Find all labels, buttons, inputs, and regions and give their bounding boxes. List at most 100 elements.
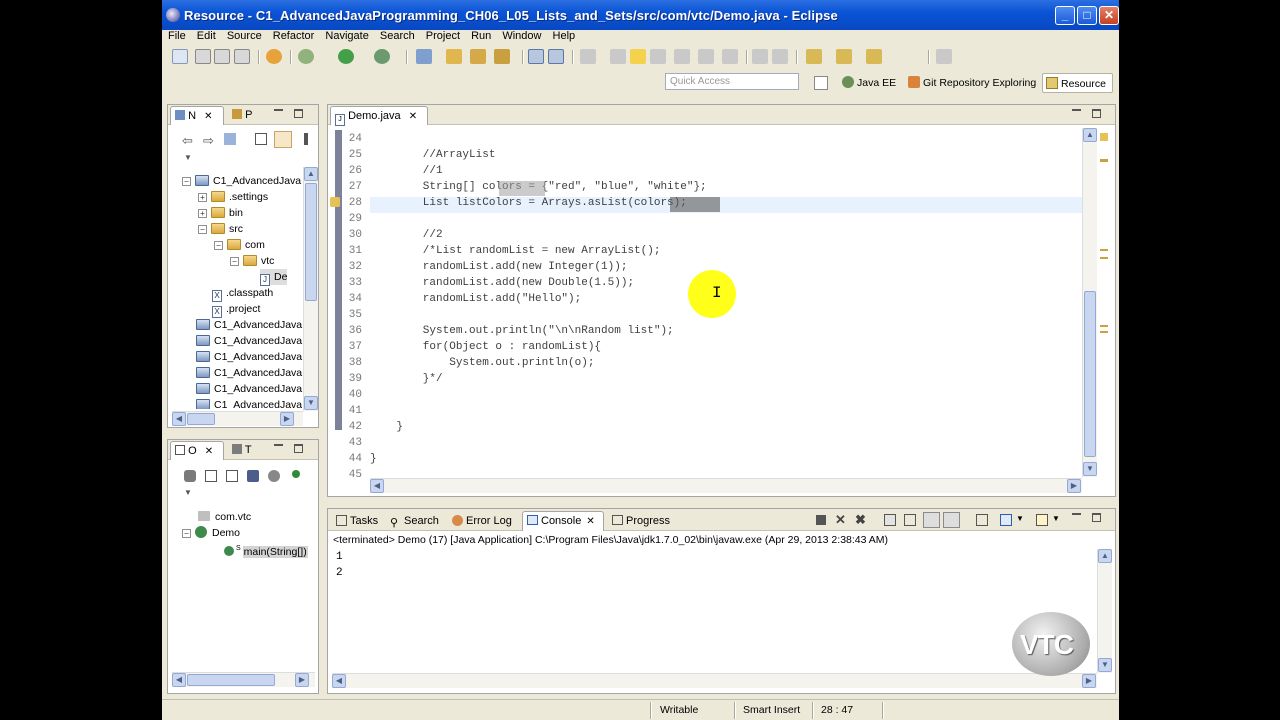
new-java-project-icon[interactable] bbox=[416, 49, 432, 64]
navigator-vscrollbar[interactable]: ▲ ▼ bbox=[303, 167, 318, 411]
close-icon[interactable]: ✕ bbox=[586, 516, 594, 527]
tab-tasks[interactable]: Tasks bbox=[332, 512, 378, 531]
scroll-thumb[interactable] bbox=[187, 413, 215, 425]
tree-toggle[interactable]: − bbox=[230, 257, 239, 266]
minimize-icon[interactable] bbox=[274, 444, 283, 453]
previous-annotation-icon[interactable] bbox=[772, 49, 788, 64]
collapse-all-icon[interactable] bbox=[255, 133, 267, 145]
menu-edit[interactable]: Edit bbox=[193, 30, 220, 42]
maximize-icon[interactable] bbox=[294, 109, 303, 118]
scroll-right-button[interactable]: ▶ bbox=[295, 673, 309, 687]
external-tools-icon[interactable] bbox=[298, 49, 314, 64]
tree-item[interactable]: − vtc bbox=[230, 253, 274, 269]
outline-item-package[interactable]: com.vtc bbox=[198, 509, 251, 525]
pin-icon[interactable] bbox=[722, 49, 738, 64]
last-edit-location-icon[interactable] bbox=[806, 49, 822, 64]
tab-progress[interactable]: Progress bbox=[608, 512, 670, 531]
tree-item[interactable]: C1_AdvancedJava bbox=[196, 333, 302, 349]
close-window-button[interactable]: ✕ bbox=[1099, 6, 1119, 25]
forward-icon[interactable]: ⇨ bbox=[203, 133, 214, 149]
scroll-up-button[interactable]: ▲ bbox=[1098, 549, 1112, 563]
run-icon[interactable] bbox=[338, 49, 354, 64]
tree-item[interactable]: C1_AdvancedJava bbox=[196, 397, 302, 409]
display-console-icon[interactable] bbox=[1000, 514, 1012, 526]
link-with-editor-icon[interactable] bbox=[274, 131, 292, 148]
tree-toggle[interactable]: + bbox=[198, 193, 207, 202]
menu-navigate[interactable]: Navigate bbox=[321, 30, 372, 42]
warning-marker[interactable] bbox=[1100, 133, 1108, 141]
scroll-left-button[interactable]: ◀ bbox=[172, 412, 186, 426]
sort-icon[interactable] bbox=[184, 470, 196, 482]
view-menu-chevron-icon[interactable]: ▼ bbox=[184, 153, 192, 162]
perspective-java-ee[interactable]: Java EE bbox=[842, 73, 896, 93]
navigator-hscrollbar[interactable]: ◀ ▶ bbox=[172, 411, 303, 426]
scroll-down-button[interactable]: ▼ bbox=[304, 396, 318, 410]
view-menu-icon[interactable] bbox=[304, 133, 308, 145]
up-icon[interactable] bbox=[224, 133, 236, 145]
tree-item[interactable]: + bin bbox=[198, 205, 243, 221]
tree-toggle[interactable]: + bbox=[198, 209, 207, 218]
hide-static-icon[interactable] bbox=[226, 470, 238, 482]
open-console-icon[interactable] bbox=[1036, 514, 1048, 526]
new-package-icon[interactable] bbox=[446, 49, 462, 64]
outline-hscrollbar[interactable]: ◀ ▶ bbox=[172, 672, 315, 687]
forward-icon[interactable] bbox=[866, 49, 882, 64]
open-console-dropdown-icon[interactable]: ▼ bbox=[1052, 514, 1060, 523]
tab-search[interactable]: ⚲ Search bbox=[386, 512, 439, 531]
minimize-icon[interactable] bbox=[1072, 513, 1081, 522]
outline-item-class[interactable]: − Demo bbox=[182, 525, 240, 541]
tree-item[interactable]: − com bbox=[214, 237, 265, 253]
menu-run[interactable]: Run bbox=[467, 30, 495, 42]
maximize-button[interactable]: □ bbox=[1077, 6, 1097, 25]
tree-toggle[interactable]: − bbox=[182, 529, 191, 538]
overview-ruler[interactable] bbox=[1100, 129, 1110, 469]
minimize-icon[interactable] bbox=[1072, 109, 1081, 118]
tree-item[interactable]: X .classpath bbox=[212, 285, 273, 302]
menu-file[interactable]: File bbox=[162, 30, 190, 42]
console-vscrollbar[interactable]: ▲ ▼ bbox=[1097, 549, 1112, 673]
save-icon[interactable] bbox=[195, 49, 211, 64]
block-selection-icon[interactable] bbox=[698, 49, 714, 64]
toggle-breadcrumb-icon[interactable] bbox=[650, 49, 666, 64]
scroll-thumb[interactable] bbox=[187, 674, 275, 686]
menu-window[interactable]: Window bbox=[498, 30, 545, 42]
menu-refactor[interactable]: Refactor bbox=[269, 30, 319, 42]
tree-item[interactable]: − src bbox=[198, 221, 243, 237]
maximize-icon[interactable] bbox=[1092, 513, 1101, 522]
scroll-right-button[interactable]: ▶ bbox=[1082, 674, 1096, 688]
menu-project[interactable]: Project bbox=[422, 30, 464, 42]
tree-item[interactable]: C1_AdvancedJava bbox=[196, 381, 302, 397]
annotation-marker[interactable] bbox=[1100, 325, 1108, 333]
outline-item-method[interactable]: Smain(String[]) bbox=[224, 541, 308, 558]
debug-icon[interactable] bbox=[266, 49, 282, 64]
scroll-up-button[interactable]: ▲ bbox=[304, 167, 318, 181]
annotation-marker[interactable] bbox=[1100, 249, 1108, 259]
tab-error-log[interactable]: Error Log bbox=[448, 512, 512, 531]
tab-task-list[interactable]: T bbox=[228, 441, 262, 460]
annotation-marker[interactable] bbox=[1100, 159, 1108, 162]
tab-navigator[interactable]: N ✕ bbox=[170, 106, 224, 125]
scroll-right-button[interactable]: ▶ bbox=[1067, 479, 1081, 493]
tree-item[interactable]: X .project bbox=[212, 301, 260, 318]
perspective-git[interactable]: Git Repository Exploring bbox=[908, 73, 1036, 93]
remove-all-icon[interactable]: ✖ bbox=[855, 512, 866, 528]
new-class-icon[interactable] bbox=[470, 49, 486, 64]
tree-item[interactable]: C1_AdvancedJava bbox=[196, 349, 302, 365]
tree-item[interactable]: C1_AdvancedJava bbox=[196, 365, 302, 381]
editor-hscrollbar[interactable]: ◀ ▶ bbox=[370, 478, 1082, 493]
tab-demo-java[interactable]: J Demo.java ✕ bbox=[330, 106, 428, 126]
print-icon[interactable] bbox=[234, 49, 250, 64]
tab-package-explorer[interactable]: P bbox=[228, 106, 262, 125]
open-perspective-button[interactable] bbox=[814, 76, 828, 90]
close-icon[interactable]: ✕ bbox=[204, 111, 212, 122]
scroll-thumb[interactable] bbox=[1084, 291, 1096, 457]
scroll-left-button[interactable]: ◀ bbox=[370, 479, 384, 493]
tree-item-demo-java[interactable]: J De bbox=[260, 269, 288, 286]
coverage-icon[interactable] bbox=[374, 49, 390, 64]
open-type-icon[interactable] bbox=[528, 49, 544, 64]
hide-local-types-icon[interactable] bbox=[268, 470, 280, 482]
show-whitespace-icon[interactable] bbox=[674, 49, 690, 64]
back-icon[interactable]: ⇦ bbox=[182, 133, 193, 149]
scroll-left-button[interactable]: ◀ bbox=[332, 674, 346, 688]
console-hscrollbar[interactable]: ◀ ▶ bbox=[332, 673, 1097, 688]
